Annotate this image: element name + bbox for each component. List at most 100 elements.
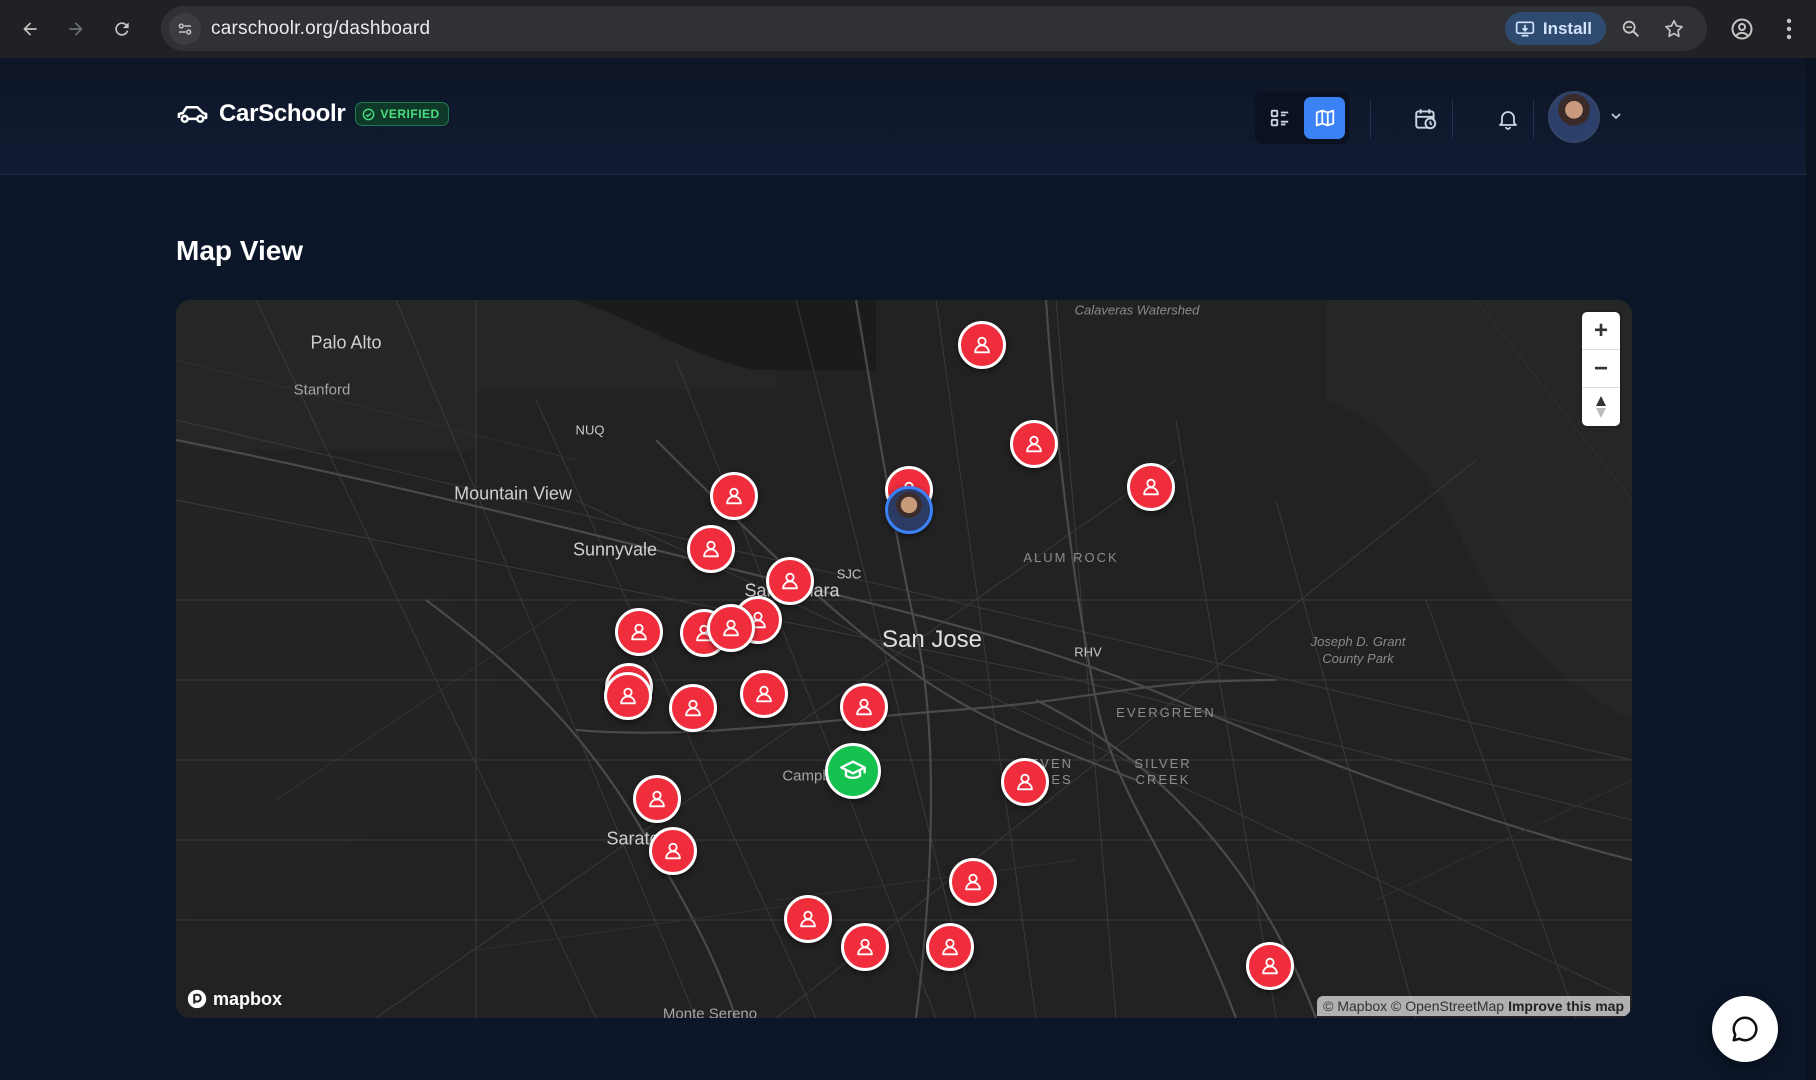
label-sunnyvale: Sunnyvale <box>572 539 658 560</box>
student-marker[interactable] <box>1001 758 1049 806</box>
install-icon <box>1515 21 1535 36</box>
student-marker[interactable] <box>687 525 735 573</box>
compass-icon <box>1596 396 1606 418</box>
student-marker[interactable] <box>766 557 814 605</box>
list-view-button[interactable] <box>1259 97 1300 139</box>
person-icon <box>631 623 647 641</box>
person-icon <box>856 698 872 716</box>
person-icon <box>1143 478 1159 496</box>
person-icon <box>974 336 990 354</box>
school-marker[interactable] <box>825 743 881 799</box>
notifications-button[interactable] <box>1491 102 1525 136</box>
reload-icon[interactable] <box>106 13 138 45</box>
calendar-clock-icon <box>1415 109 1437 130</box>
student-marker[interactable] <box>710 472 758 520</box>
bell-icon <box>1499 111 1517 130</box>
student-marker[interactable] <box>633 775 681 823</box>
student-marker[interactable] <box>958 321 1006 369</box>
person-icon <box>965 873 981 891</box>
label-silver-creek-line1: SILVER <box>1134 756 1192 771</box>
profile-icon[interactable] <box>1726 13 1758 45</box>
student-marker[interactable] <box>1010 420 1058 468</box>
attribution-text[interactable]: © Mapbox © OpenStreetMap <box>1323 998 1504 1014</box>
verified-badge: VERIFIED <box>355 102 449 126</box>
label-nuq: NUQ <box>575 422 605 438</box>
compass-button[interactable] <box>1582 388 1620 426</box>
student-marker[interactable] <box>926 923 974 971</box>
person-icon <box>782 572 798 590</box>
improve-map-link[interactable]: Improve this map <box>1508 998 1624 1014</box>
person-icon <box>942 938 958 956</box>
label-mountain-view: Mountain View <box>454 483 572 504</box>
label-evergreen: EVERGREEN <box>1116 705 1216 720</box>
student-marker[interactable] <box>1127 463 1175 511</box>
current-user-marker[interactable] <box>885 486 933 534</box>
label-palo-alto: Palo Alto <box>310 332 382 353</box>
student-marker[interactable] <box>949 858 997 906</box>
student-marker[interactable] <box>740 670 788 718</box>
person-icon <box>665 842 681 860</box>
student-marker[interactable] <box>784 895 832 943</box>
chat-button[interactable] <box>1712 996 1778 1062</box>
page-scrollbar[interactable] <box>1806 58 1816 1080</box>
header-divider <box>1533 100 1534 138</box>
student-marker[interactable] <box>841 923 889 971</box>
label-grant-park: Joseph D. Grant County Park <box>1311 633 1406 667</box>
label-silver-creek-line2: CREEK <box>1135 772 1191 787</box>
car-logo-icon <box>177 105 208 124</box>
student-marker[interactable] <box>1246 942 1294 990</box>
person-icon <box>649 790 665 808</box>
url-text[interactable]: carschoolr.org/dashboard <box>211 18 430 40</box>
label-grant-park-line1: Joseph D. Grant <box>1310 634 1406 649</box>
site-settings-icon[interactable] <box>169 12 201 45</box>
zoom-out-button[interactable]: − <box>1582 350 1620 388</box>
header-divider <box>1370 100 1371 138</box>
person-icon <box>857 938 873 956</box>
map-zoom-controls: + − <box>1582 312 1620 426</box>
student-marker[interactable] <box>707 604 755 652</box>
mapbox-icon <box>187 989 207 1009</box>
map-icon <box>1315 109 1334 127</box>
graduation-cap-icon <box>840 760 866 780</box>
student-marker[interactable] <box>615 608 663 656</box>
map-view-button[interactable] <box>1304 97 1345 139</box>
map-roads <box>176 300 1632 1018</box>
person-icon <box>800 910 816 928</box>
person-icon <box>1026 435 1042 453</box>
label-san-jose: San Jose <box>881 626 983 653</box>
app-header: CarSchoolr VERIFIED <box>0 58 1806 175</box>
mapbox-wordmark: mapbox <box>213 988 283 1009</box>
student-marker[interactable] <box>604 672 652 720</box>
person-icon <box>723 619 739 637</box>
back-icon[interactable] <box>14 13 46 45</box>
zoom-icon[interactable] <box>1618 16 1644 42</box>
chat-bubble-icon <box>1732 1016 1758 1042</box>
bookmark-star-icon[interactable] <box>1661 16 1687 42</box>
map-container[interactable]: Palo Alto Stanford NUQ Mountain View Sun… <box>176 300 1632 1018</box>
brand[interactable]: CarSchoolr VERIFIED <box>176 100 449 128</box>
user-avatar[interactable] <box>1548 91 1600 143</box>
student-marker[interactable] <box>840 683 888 731</box>
browser-menu-icon[interactable] <box>1773 13 1805 45</box>
schedule-button[interactable] <box>1409 102 1443 136</box>
label-calaveras-watershed: Calaveras Watershed <box>1074 302 1200 318</box>
student-marker[interactable] <box>649 827 697 875</box>
install-button[interactable]: Install <box>1504 12 1606 45</box>
label-monte-sereno: Monte Sereno <box>662 1005 758 1019</box>
zoom-in-button[interactable]: + <box>1582 312 1620 350</box>
check-circle-icon <box>363 108 375 120</box>
person-icon <box>756 685 772 703</box>
label-stanford: Stanford <box>293 381 351 399</box>
forward-icon[interactable] <box>60 13 92 45</box>
label-grant-park-line2: County Park <box>1322 651 1394 666</box>
mapbox-logo[interactable]: mapbox <box>186 988 282 1010</box>
label-silver-creek: SILVER CREEK <box>1134 756 1191 788</box>
student-marker[interactable] <box>669 684 717 732</box>
page-title: Map View <box>176 235 304 266</box>
chevron-down-icon[interactable] <box>1608 108 1624 124</box>
list-view-icon <box>1270 109 1288 127</box>
address-bar[interactable]: carschoolr.org/dashboard Install <box>161 6 1707 51</box>
person-icon <box>620 687 636 705</box>
header-divider <box>1452 100 1453 138</box>
label-alum-rock: ALUM ROCK <box>1023 550 1119 565</box>
